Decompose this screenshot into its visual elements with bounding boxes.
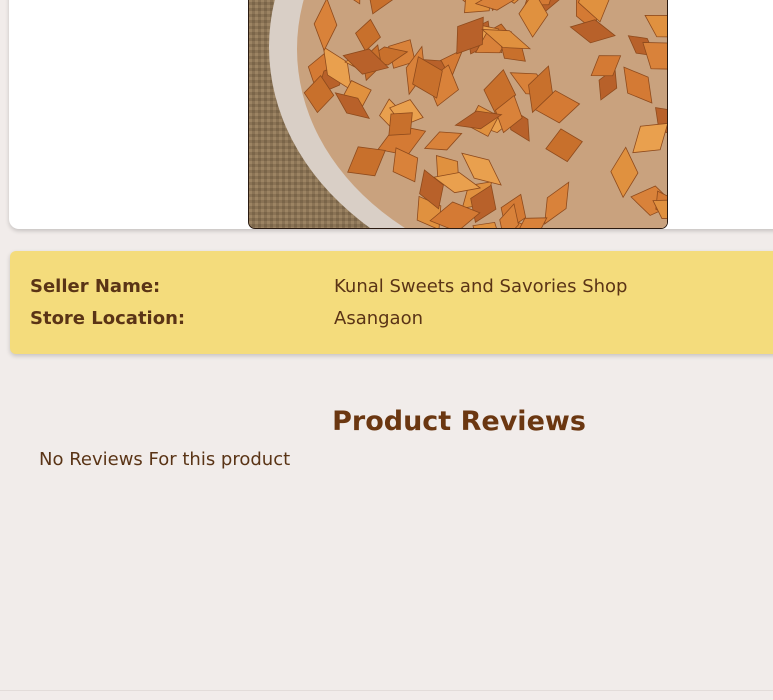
seller-info-panel: Seller Name: Kunal Sweets and Savories S…: [10, 251, 773, 354]
product-image: [248, 0, 668, 229]
product-reviews-title: Product Reviews: [332, 406, 586, 437]
snack-bowl-illustration: [249, 0, 667, 228]
product-page: Seller Name: Kunal Sweets and Savories S…: [0, 0, 773, 700]
divider: [0, 690, 773, 691]
seller-name-label: Seller Name:: [30, 276, 161, 297]
seller-name-value: Kunal Sweets and Savories Shop: [334, 276, 628, 297]
store-location-value: Asangaon: [334, 308, 424, 329]
store-location-label: Store Location:: [30, 308, 186, 329]
no-reviews-message: No Reviews For this product: [39, 449, 291, 470]
